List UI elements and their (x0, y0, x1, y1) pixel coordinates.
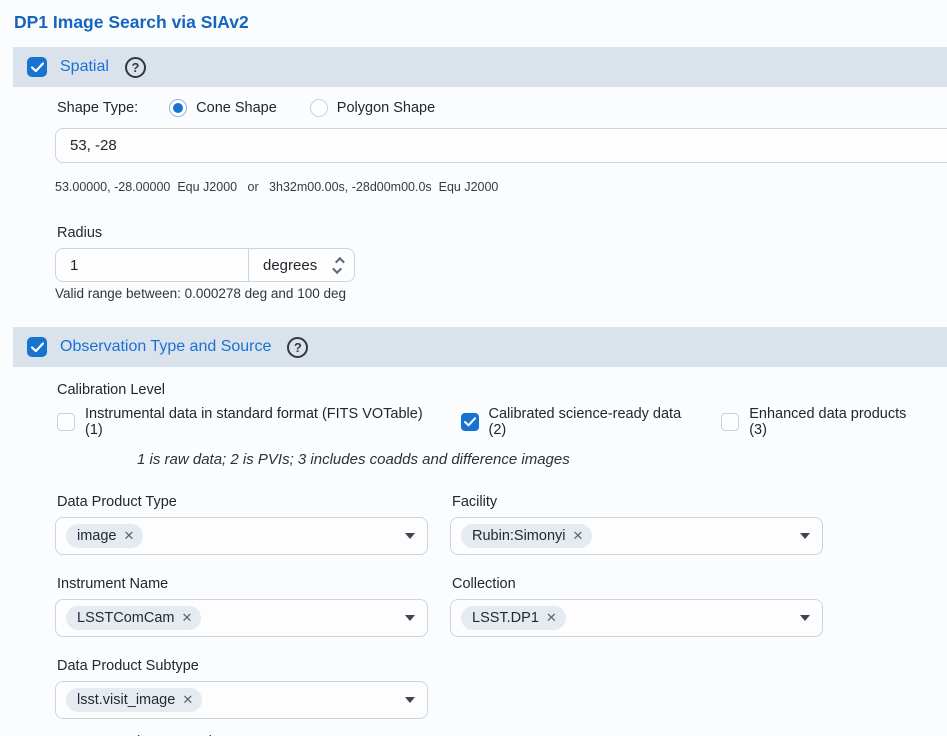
radio-polygon-shape[interactable]: Polygon Shape (310, 99, 435, 117)
remove-chip-icon[interactable]: ✕ (573, 528, 584, 544)
radius-input[interactable] (56, 249, 248, 281)
spatial-enable-checkbox[interactable] (27, 57, 47, 77)
radius-label: Radius (57, 225, 947, 241)
field-data-product-subtype: Data Product Subtype lsst.visit_image ✕ (55, 658, 428, 719)
field-data-product-type: Data Product Type image ✕ (55, 494, 428, 555)
spatial-section-label: Spatial (60, 58, 109, 76)
collection-combobox[interactable]: LSST.DP1 ✕ (450, 599, 823, 637)
radius-input-group: degrees (55, 248, 355, 282)
observation-section-label: Observation Type and Source (60, 338, 271, 356)
field-label: Collection (452, 576, 823, 592)
field-label: Data Product Type (57, 494, 428, 510)
checkbox[interactable] (57, 413, 75, 431)
radio-button[interactable] (310, 99, 328, 117)
radius-valid-range-hint: Valid range between: 0.000278 deg and 10… (55, 286, 947, 301)
spatial-section-header: Spatial ? (13, 47, 947, 87)
selected-chip: image ✕ (66, 524, 143, 548)
dropdown-caret-icon[interactable] (405, 533, 415, 539)
dropdown-caret-icon[interactable] (800, 533, 810, 539)
selected-chip: LSST.DP1 ✕ (461, 606, 566, 630)
shape-type-label: Shape Type: (57, 100, 138, 116)
chip-label: image (77, 528, 117, 544)
checkmark-icon (31, 62, 44, 73)
field-facility: Facility Rubin:Simonyi ✕ (450, 494, 823, 555)
field-label: Instrument Name (57, 576, 428, 592)
calibration-option-3-label: Enhanced data products (3) (749, 406, 925, 438)
calibration-note: 1 is raw data; 2 is PVIs; 3 includes coa… (137, 451, 947, 468)
selected-chip: LSSTComCam ✕ (66, 606, 201, 630)
dropdown-caret-icon[interactable] (405, 615, 415, 621)
selected-chip: lsst.visit_image ✕ (66, 688, 202, 712)
remove-chip-icon[interactable]: ✕ (546, 610, 557, 626)
chip-label: lsst.visit_image (77, 692, 175, 708)
data-product-subtype-combobox[interactable]: lsst.visit_image ✕ (55, 681, 428, 719)
unit-spinner-icon[interactable] (335, 257, 342, 274)
coordinates-input[interactable] (55, 128, 947, 163)
calibration-option-1[interactable]: Instrumental data in standard format (FI… (57, 406, 439, 438)
checkbox[interactable] (721, 413, 739, 431)
observation-fields-grid: Data Product Type image ✕ Facility Rubin… (55, 494, 947, 719)
calibration-level-label: Calibration Level (57, 382, 947, 398)
chip-label: LSSTComCam (77, 610, 175, 626)
remove-chip-icon[interactable]: ✕ (182, 692, 193, 708)
field-label: Data Product Subtype (57, 658, 428, 674)
calibration-option-2[interactable]: Calibrated science-ready data (2) (461, 406, 700, 438)
selected-chip: Rubin:Simonyi ✕ (461, 524, 592, 548)
data-product-type-combobox[interactable]: image ✕ (55, 517, 428, 555)
observation-enable-checkbox[interactable] (27, 337, 47, 357)
field-instrument-name: Instrument Name LSSTComCam ✕ (55, 576, 428, 637)
chip-label: Rubin:Simonyi (472, 528, 566, 544)
help-icon[interactable]: ? (125, 57, 146, 78)
checkmark-icon (464, 417, 476, 427)
radius-unit-value: degrees (263, 257, 317, 274)
field-label: Facility (452, 494, 823, 510)
chip-label: LSST.DP1 (472, 610, 539, 626)
shape-type-row: Shape Type: Cone Shape Polygon Shape (57, 99, 947, 117)
calibration-option-1-label: Instrumental data in standard format (FI… (85, 406, 439, 438)
radio-polygon-shape-label: Polygon Shape (337, 100, 435, 116)
calibration-option-3[interactable]: Enhanced data products (3) (721, 406, 925, 438)
dropdown-caret-icon[interactable] (405, 697, 415, 703)
help-icon[interactable]: ? (287, 337, 308, 358)
instrument-name-combobox[interactable]: LSSTComCam ✕ (55, 599, 428, 637)
remove-chip-icon[interactable]: ✕ (182, 610, 193, 626)
calibration-options-row: Instrumental data in standard format (FI… (57, 406, 947, 438)
radius-unit-select[interactable]: degrees (248, 249, 354, 281)
coordinates-feedback: 53.00000, -28.00000 Equ J2000 or 3h32m00… (55, 180, 947, 194)
field-collection: Collection LSST.DP1 ✕ (450, 576, 823, 637)
radio-cone-shape[interactable]: Cone Shape (169, 99, 277, 117)
checkbox[interactable] (461, 413, 479, 431)
facility-combobox[interactable]: Rubin:Simonyi ✕ (450, 517, 823, 555)
checkmark-icon (31, 342, 44, 353)
remove-chip-icon[interactable]: ✕ (124, 528, 135, 544)
dropdown-caret-icon[interactable] (800, 615, 810, 621)
radio-cone-shape-label: Cone Shape (196, 100, 277, 116)
calibration-option-2-label: Calibrated science-ready data (2) (489, 406, 700, 438)
radio-button[interactable] (169, 99, 187, 117)
observation-section-header: Observation Type and Source ? (13, 327, 947, 367)
page-title: DP1 Image Search via SIAv2 (14, 12, 947, 33)
